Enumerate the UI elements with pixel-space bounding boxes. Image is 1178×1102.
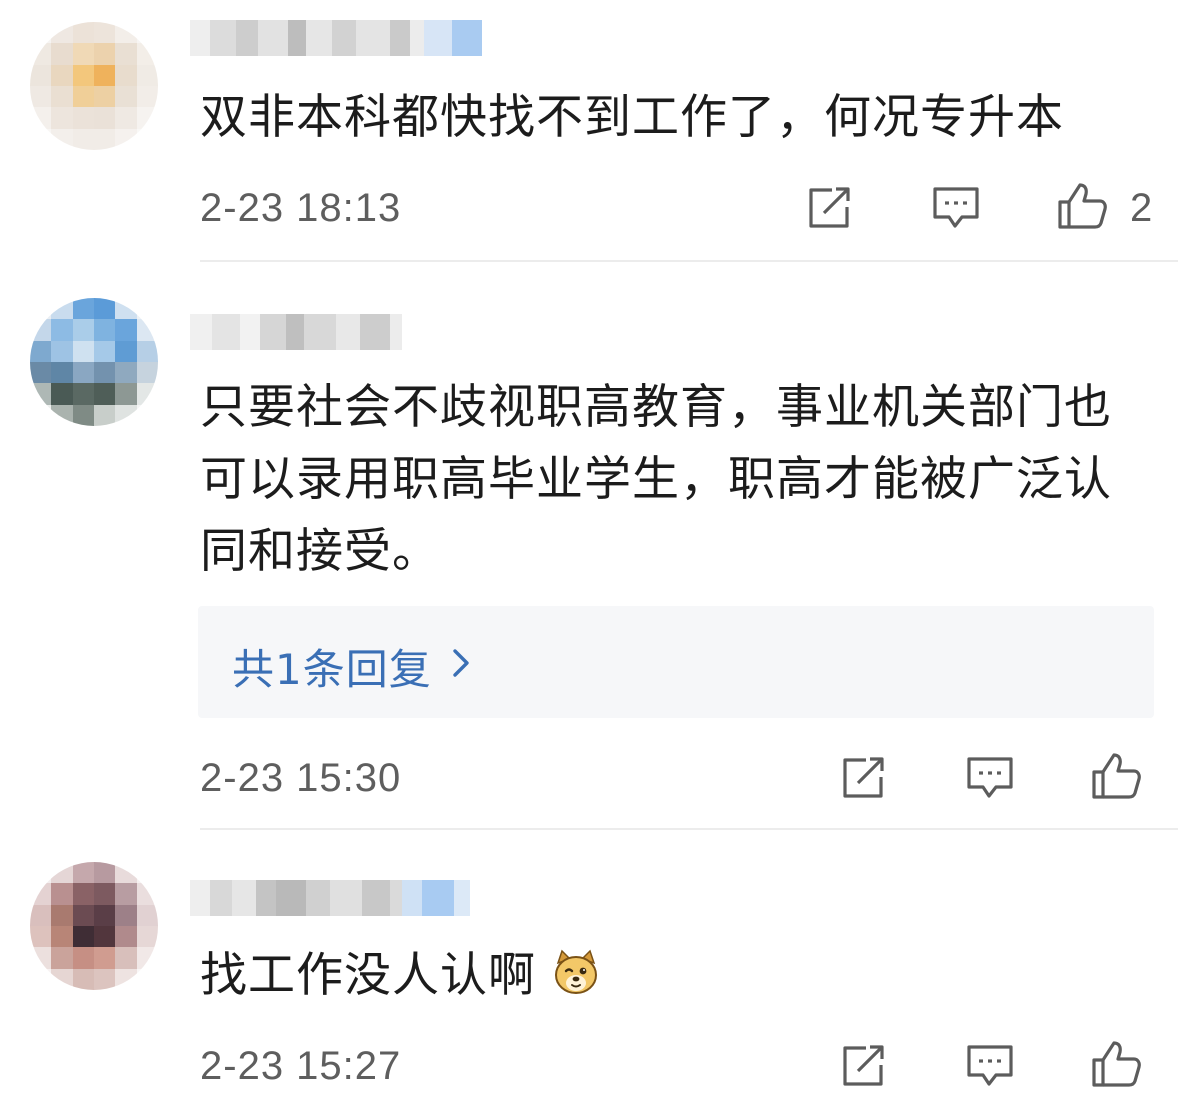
thumbs-up-icon	[1092, 1041, 1141, 1087]
share-icon	[843, 757, 884, 798]
username-blurred[interactable]	[190, 880, 470, 916]
comment-text: 双非本科都快找不到工作了，何况专升本	[200, 90, 1064, 145]
share-icon	[809, 187, 850, 228]
doge-emoji	[555, 949, 597, 994]
share-button[interactable]	[836, 750, 892, 806]
comment-item: 双非本科都快找不到工作了，何况专升本 2-23 18:13 2	[0, 0, 1178, 262]
like-button[interactable]	[1054, 178, 1110, 234]
share-button[interactable]	[836, 1038, 892, 1094]
replies-count-text: 共1条回复	[232, 645, 432, 694]
comment-text: 找工作没人认啊	[200, 940, 600, 1012]
chevron-right-icon	[453, 649, 469, 677]
share-button[interactable]	[802, 180, 858, 236]
comment-icon	[967, 757, 1013, 798]
comment-text-line: 只要社会不歧视职高教育，事业机关部门也	[200, 380, 1112, 435]
comment-button[interactable]	[962, 750, 1018, 806]
thumbs-up-icon	[1092, 753, 1141, 799]
divider	[200, 828, 1178, 830]
like-button[interactable]	[1088, 1036, 1144, 1092]
avatar[interactable]	[30, 862, 158, 990]
comment-time: 2-23 18:13	[200, 186, 402, 230]
comment-button[interactable]	[962, 1038, 1018, 1094]
comment-time: 2-23 15:27	[200, 1044, 402, 1088]
comment-text-line: 同和接受。	[200, 524, 440, 579]
thumbs-up-icon	[1058, 183, 1107, 229]
avatar[interactable]	[30, 298, 158, 426]
comment-text: 只要社会不歧视职高教育，事业机关部门也 可以录用职高毕业学生，职高才能被广泛认 …	[200, 372, 1112, 588]
comment-text-body: 找工作没人认啊	[200, 948, 536, 1003]
comment-time: 2-23 15:30	[200, 756, 402, 800]
avatar[interactable]	[30, 22, 158, 150]
comment-text-line: 可以录用职高毕业学生，职高才能被广泛认	[200, 452, 1112, 507]
comment-icon	[967, 1045, 1013, 1086]
comment-item: 只要社会不歧视职高教育，事业机关部门也 可以录用职高毕业学生，职高才能被广泛认 …	[0, 262, 1178, 832]
like-button[interactable]	[1088, 748, 1144, 804]
share-icon	[843, 1045, 884, 1086]
like-count: 2	[1130, 186, 1153, 230]
username-blurred[interactable]	[190, 314, 402, 350]
comment-button[interactable]	[928, 180, 984, 236]
replies-link[interactable]: 共1条回复	[198, 606, 1154, 718]
comment-icon	[933, 187, 979, 228]
username-blurred[interactable]	[190, 20, 482, 56]
comment-item: 找工作没人认啊 2-23 15:27	[0, 832, 1178, 1102]
